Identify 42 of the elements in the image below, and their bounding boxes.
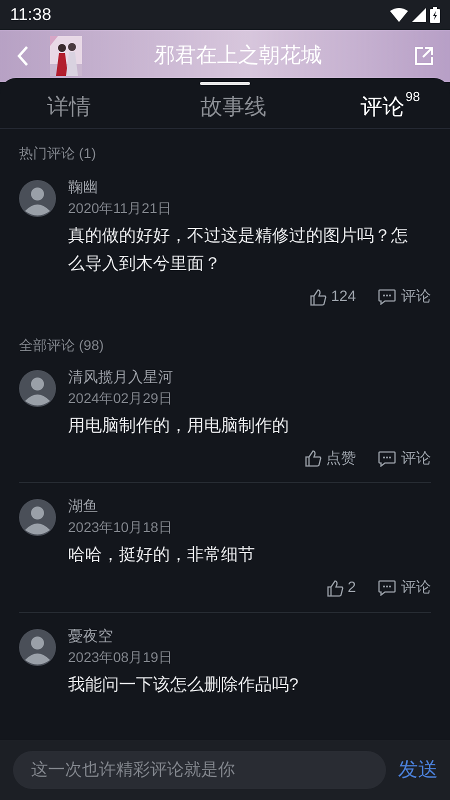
comment-date: 2024年02月29日 — [68, 388, 174, 408]
send-button[interactable]: 发送 — [398, 755, 438, 785]
comment-icon — [378, 289, 396, 306]
section-title: 热门评论 (1) — [19, 144, 97, 163]
back-icon[interactable] — [16, 45, 30, 67]
tab[interactable]: 故事线 — [171, 90, 296, 123]
comment-author: 清风揽月入星河 — [68, 368, 174, 388]
like-button[interactable]: 2 — [326, 577, 356, 600]
comment-button[interactable]: 评论 — [378, 577, 431, 600]
page-title: 邪君在上之朝花城 — [153, 43, 323, 70]
avatar-icon — [19, 370, 56, 406]
comment-text: 真的做的好好，不过这是精修过的图片吗？怎么导入到木兮里面？ — [68, 225, 409, 275]
share-icon[interactable] — [414, 46, 434, 66]
drag-handle[interactable] — [200, 82, 250, 85]
comment-icon — [378, 580, 396, 596]
signal-icon — [412, 8, 426, 22]
comment-date: 2020年11月21日 — [68, 199, 172, 218]
thumbs-up-icon — [326, 580, 344, 597]
thumbs-up-icon — [310, 288, 327, 306]
thumbs-up-icon — [305, 450, 322, 468]
avatar-icon — [19, 499, 56, 536]
comment-input[interactable]: 这一次也许精彩评论就是你 — [13, 751, 386, 789]
comment-text: 我能问一下该怎么删除作品吗? — [68, 674, 300, 696]
status-time: 11:38 — [10, 4, 52, 26]
comment-author: 鞠幽 — [68, 178, 99, 198]
comment-author: 憂夜空 — [68, 626, 114, 646]
like-button[interactable]: 点赞 — [305, 448, 356, 470]
comment-button[interactable]: 评论 — [378, 448, 431, 470]
comment-text: 用电脑制作的，用电脑制作的 — [68, 414, 290, 436]
comment-button[interactable]: 评论 — [378, 286, 431, 308]
battery-icon — [430, 7, 440, 23]
comment-icon — [378, 450, 396, 467]
tab[interactable]: 详情 — [0, 90, 172, 123]
wifi-icon — [390, 8, 408, 22]
avatar-icon — [19, 180, 56, 217]
comment-date: 2023年08月19日 — [68, 648, 174, 666]
like-button[interactable]: 124 — [310, 286, 356, 308]
comment-author: 湖鱼 — [68, 497, 99, 517]
avatar-icon — [19, 628, 56, 666]
comment-text: 哈哈，挺好的，非常细节 — [68, 544, 256, 566]
section-title: 全部评论 (98) — [19, 336, 105, 355]
comment-date: 2023年10月18日 — [68, 518, 174, 537]
